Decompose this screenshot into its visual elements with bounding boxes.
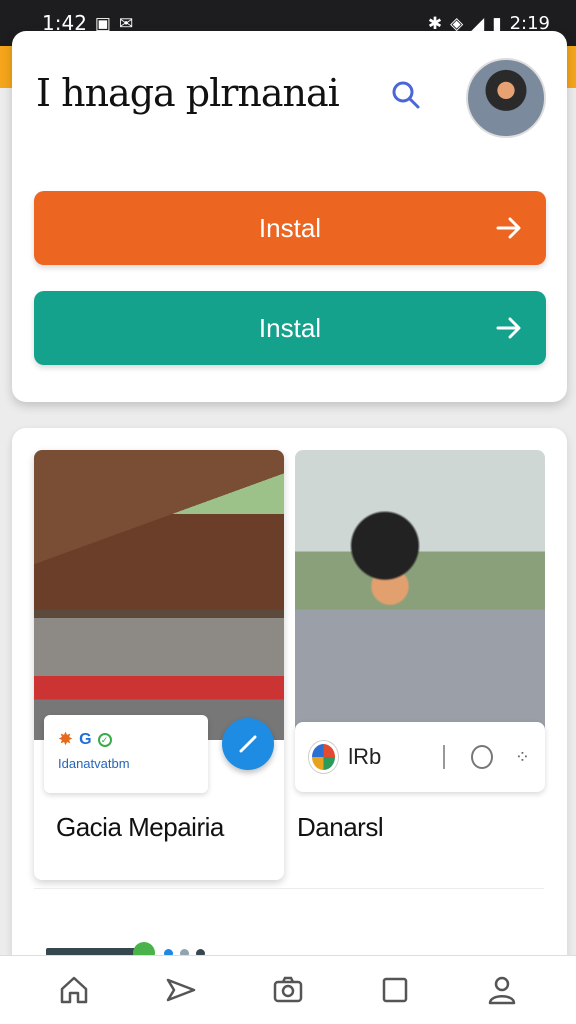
nav-camera[interactable] [264, 966, 312, 1014]
app-logo-icon [309, 741, 339, 773]
post-meta-card: ✸ G ✓ Idanatvatbm [44, 715, 208, 793]
header-card: I hnaga plrnanai Instal Instal [12, 31, 567, 402]
wifi-icon: ◈ [450, 13, 464, 33]
post-caption: Danarsl [297, 812, 384, 842]
nav-square[interactable] [371, 966, 419, 1014]
app-label: lRb [348, 744, 382, 769]
post-card[interactable]: ✸ G ✓ Idanatvatbm Gacia Mepairia [34, 450, 284, 880]
arrow-right-icon [496, 317, 521, 339]
signal-icon: ◢ [471, 13, 485, 33]
post-info-bar: lRb ⁘ [295, 722, 545, 792]
more-icon[interactable]: ⁘ [515, 747, 531, 768]
edit-button[interactable] [222, 718, 274, 770]
post-image-person[interactable] [295, 450, 545, 740]
post-caption: Gacia Mepairia [56, 812, 224, 842]
install-button-secondary[interactable]: Instal [34, 291, 546, 365]
bluetooth-icon: ✱ [427, 13, 443, 33]
arrow-right-icon [496, 217, 521, 239]
install-button-label: Instal [258, 312, 322, 343]
install-button-primary[interactable]: Instal [34, 191, 546, 265]
pencil-icon [239, 735, 257, 753]
divider [443, 745, 446, 769]
battery-icon: ▮ [492, 13, 502, 33]
divider [34, 888, 544, 889]
send-icon [166, 978, 196, 1002]
nav-profile[interactable] [478, 966, 526, 1014]
square-icon [382, 977, 408, 1003]
check-icon: ✓ [97, 732, 112, 747]
message-notification-icon: ✉ [118, 13, 134, 33]
circle-radio-icon[interactable] [471, 745, 493, 769]
bottom-navigation [0, 955, 576, 1024]
post-card[interactable]: lRb ⁘ Danarsl [295, 450, 545, 880]
feed-card: ✸ G ✓ Idanatvatbm Gacia Mepairia lRb ⁘ D… [12, 428, 567, 988]
page-title: I hnaga plrnanai [36, 71, 340, 115]
search-button[interactable] [387, 76, 425, 114]
profile-icon [489, 976, 516, 1005]
nav-send[interactable] [157, 966, 205, 1014]
avatar[interactable] [466, 58, 546, 138]
nav-home[interactable] [50, 966, 98, 1014]
search-icon [392, 81, 420, 109]
camera-icon [273, 976, 303, 1003]
meta-subtitle: Idanatvatbm [58, 756, 130, 771]
post-image-house[interactable] [34, 450, 284, 740]
image-notification-icon: ▣ [94, 13, 111, 33]
star-icon: ✸ [58, 729, 74, 749]
meta-letter: G [79, 730, 92, 748]
home-icon [60, 976, 87, 1004]
install-button-label: Instal [258, 212, 322, 243]
